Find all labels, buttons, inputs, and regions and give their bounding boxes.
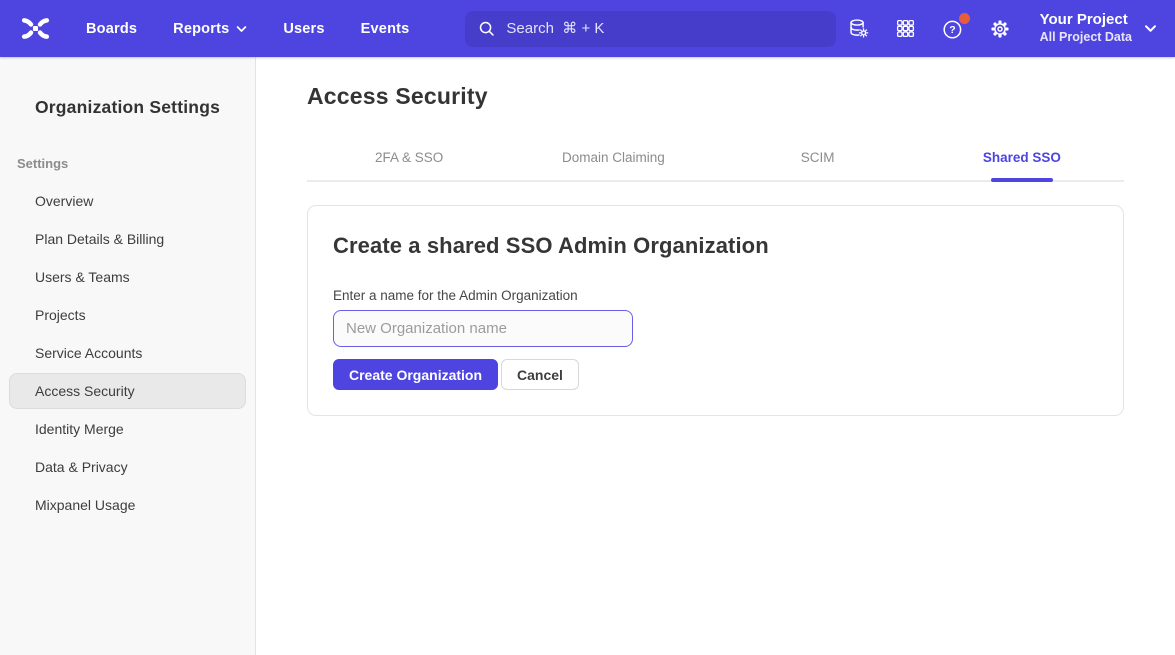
cancel-button[interactable]: Cancel <box>501 359 579 390</box>
sidebar-item-service-accounts[interactable]: Service Accounts <box>9 335 246 371</box>
sidebar-item-overview[interactable]: Overview <box>9 183 246 219</box>
sidebar-item-projects[interactable]: Projects <box>9 297 246 333</box>
help-button[interactable]: ? <box>940 16 966 42</box>
page-title: Access Security <box>307 83 1124 110</box>
tab-scim[interactable]: SCIM <box>716 137 920 180</box>
sidebar-item-access-security[interactable]: Access Security <box>9 373 246 409</box>
topbar-actions: ? Your Proj <box>846 11 1157 45</box>
nav-boards-label: Boards <box>86 21 137 37</box>
data-pipeline-icon <box>847 17 870 40</box>
main-content: Access Security 2FA & SSO Domain Claimin… <box>256 57 1175 655</box>
sidebar: Organization Settings Settings Overview … <box>0 57 256 655</box>
card-actions: Create Organization Cancel <box>333 359 1098 390</box>
nav-events[interactable]: Events <box>361 21 410 37</box>
nav-users-label: Users <box>283 21 324 37</box>
chevron-down-icon <box>236 25 247 33</box>
settings-button[interactable] <box>987 16 1013 42</box>
sidebar-nav: Overview Plan Details & Billing Users & … <box>0 183 255 523</box>
sidebar-item-data-privacy[interactable]: Data & Privacy <box>9 449 246 485</box>
nav-events-label: Events <box>361 21 410 37</box>
project-data-scope: All Project Data <box>1040 30 1132 46</box>
mixpanel-logo-icon <box>19 14 52 43</box>
nav-boards[interactable]: Boards <box>86 21 137 37</box>
create-shared-sso-card: Create a shared SSO Admin Organization E… <box>307 205 1124 416</box>
sidebar-item-plan-details-billing[interactable]: Plan Details & Billing <box>9 221 246 257</box>
sidebar-section-label: Settings <box>17 156 255 171</box>
search-icon <box>478 20 496 38</box>
sidebar-item-identity-merge[interactable]: Identity Merge <box>9 411 246 447</box>
top-navbar: Boards Reports Users Events <box>0 0 1175 57</box>
tab-shared-sso[interactable]: Shared SSO <box>920 137 1124 180</box>
data-pipeline-button[interactable] <box>846 16 872 42</box>
nav-users[interactable]: Users <box>283 21 324 37</box>
tab-2fa-sso[interactable]: 2FA & SSO <box>307 137 511 180</box>
tab-bar: 2FA & SSO Domain Claiming SCIM Shared SS… <box>307 137 1124 182</box>
project-switcher-labels: Your Project All Project Data <box>1040 11 1132 45</box>
mixpanel-logo[interactable] <box>18 14 52 44</box>
nav-reports-label: Reports <box>173 21 229 37</box>
help-glyph: ? <box>949 24 955 36</box>
project-switcher[interactable]: Your Project All Project Data <box>1040 11 1157 45</box>
card-heading: Create a shared SSO Admin Organization <box>333 233 1098 259</box>
nav-reports[interactable]: Reports <box>173 21 247 37</box>
primary-nav: Boards Reports Users Events <box>86 21 409 37</box>
apps-grid-button[interactable] <box>893 16 919 42</box>
create-organization-button[interactable]: Create Organization <box>333 359 498 390</box>
content-shell: Organization Settings Settings Overview … <box>0 57 1175 655</box>
sidebar-item-mixpanel-usage[interactable]: Mixpanel Usage <box>9 487 246 523</box>
sidebar-item-users-teams[interactable]: Users & Teams <box>9 259 246 295</box>
search-box[interactable] <box>465 11 836 47</box>
project-name: Your Project <box>1040 11 1132 30</box>
org-name-label: Enter a name for the Admin Organization <box>333 288 1098 303</box>
notification-dot <box>959 13 970 24</box>
org-name-input[interactable] <box>333 310 633 347</box>
search-input[interactable] <box>506 20 823 37</box>
settings-gear-icon <box>989 18 1011 40</box>
tab-domain-claiming[interactable]: Domain Claiming <box>511 137 715 180</box>
apps-grid-icon <box>895 18 916 39</box>
sidebar-title: Organization Settings <box>0 97 255 118</box>
chevron-down-icon <box>1144 24 1157 33</box>
